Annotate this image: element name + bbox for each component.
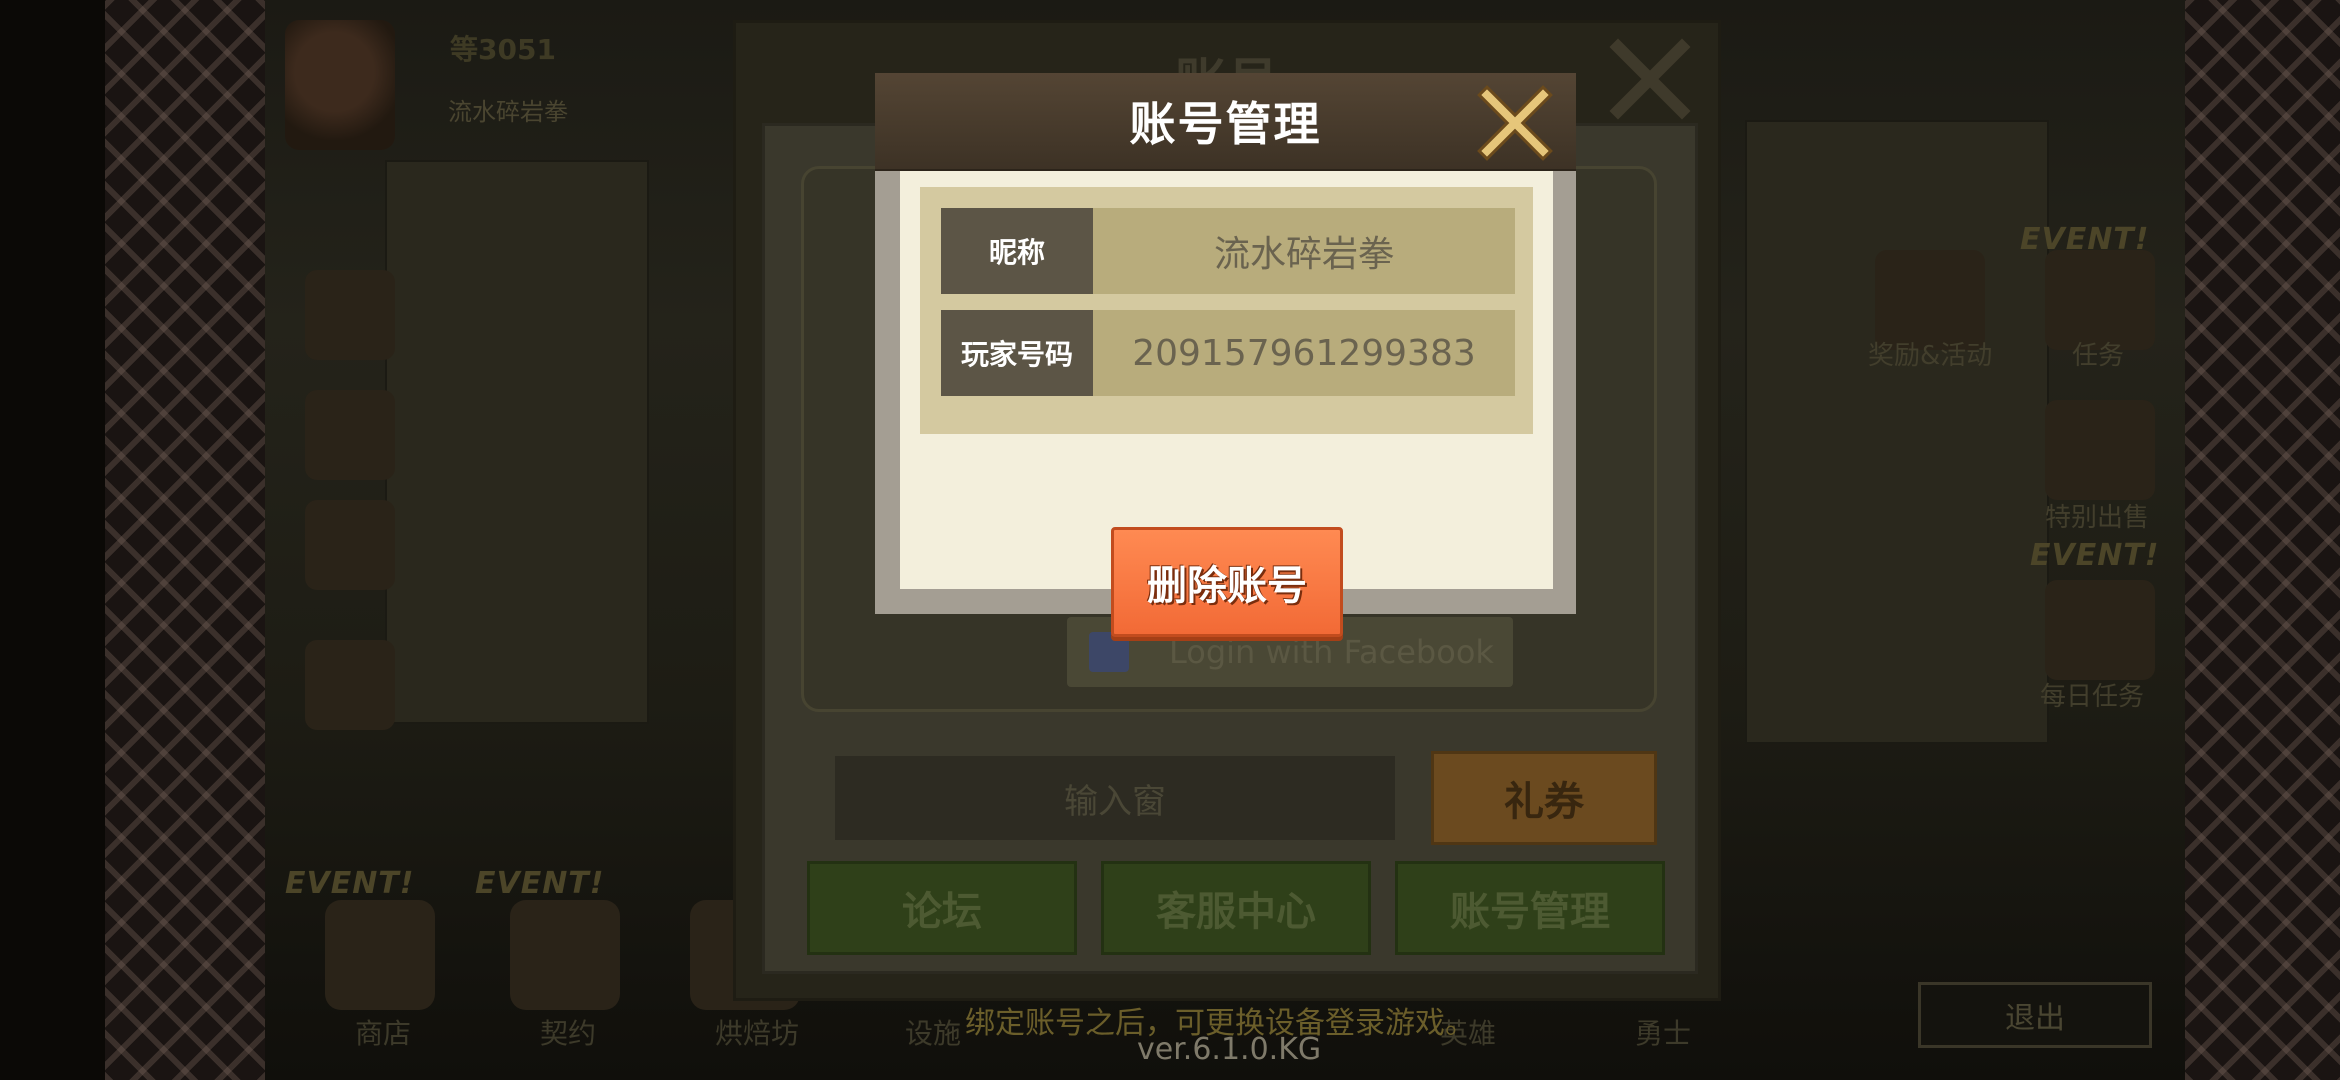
exit-button[interactable]: 退出 <box>1918 982 2152 1048</box>
bottom-label: 勇士 <box>1635 1017 1692 1050</box>
clock-icon[interactable] <box>305 390 395 480</box>
facebook-icon <box>1089 632 1129 672</box>
player-avatar[interactable] <box>285 20 395 150</box>
event-tag: EVENT! <box>2020 222 2150 257</box>
bottom-label: 设施 <box>905 1017 962 1050</box>
building <box>1745 120 2049 744</box>
account-management-popup: 账号管理 昵称 流水碎岩拳 玩家号码 209157961299383 删除账号 <box>875 73 1576 637</box>
event-tag: EVENT! <box>285 866 415 901</box>
nickname-row: 昵称 流水碎岩拳 <box>941 208 1515 294</box>
player-id-label: 玩家号码 <box>941 310 1093 396</box>
delete-account-button[interactable]: 删除账号 <box>1111 527 1343 637</box>
close-icon[interactable] <box>1608 37 1692 121</box>
rewards-label: 奖励&活动 <box>1868 341 1993 371</box>
coupon-button[interactable]: 礼券 <box>1431 751 1657 845</box>
event-tag: EVENT! <box>2030 538 2160 573</box>
account-info-box: 昵称 流水碎岩拳 玩家号码 209157961299383 <box>920 187 1533 434</box>
daily-icon[interactable] <box>2045 580 2155 680</box>
shop-icon[interactable] <box>325 900 435 1010</box>
gamepad-icon[interactable] <box>305 640 395 730</box>
account-management-button[interactable]: 账号管理 <box>1395 861 1665 955</box>
close-icon[interactable] <box>1475 83 1555 163</box>
customer-service-button[interactable]: 客服中心 <box>1101 861 1371 955</box>
nickname-value: 流水碎岩拳 <box>1093 208 1515 294</box>
forum-button[interactable]: 论坛 <box>807 861 1077 955</box>
player-id-row: 玩家号码 209157961299383 <box>941 310 1515 396</box>
version-label: ver.6.1.0.KG <box>1137 1032 1322 1067</box>
player-id-value: 209157961299383 <box>1093 310 1515 396</box>
bottom-label: 烘焙坊 <box>715 1017 800 1050</box>
facebook-login-label: Login with Facebook <box>1169 633 1494 671</box>
daily-label: 每日任务 <box>2040 682 2145 712</box>
sale-label: 特别出售 <box>2045 503 2150 533</box>
building <box>385 160 649 724</box>
nickname-label: 昵称 <box>941 208 1093 294</box>
bottom-label: 商店 <box>355 1017 412 1050</box>
bottom-label: 契约 <box>540 1017 597 1050</box>
player-name: 流水碎岩拳 <box>448 98 568 126</box>
event-tag: EVENT! <box>475 866 605 901</box>
mail-icon[interactable] <box>305 270 395 360</box>
popup-title: 账号管理 <box>1129 97 1322 151</box>
sale-icon[interactable] <box>2045 400 2155 500</box>
player-level: 等3051 <box>450 33 556 66</box>
quest-label: 任务 <box>2072 341 2125 371</box>
left-border-pattern <box>105 0 265 1080</box>
popup-body: 昵称 流水碎岩拳 玩家号码 209157961299383 删除账号 <box>900 171 1553 637</box>
notice-icon[interactable] <box>305 500 395 590</box>
right-border-pattern <box>2185 0 2340 1080</box>
contract-icon[interactable] <box>510 900 620 1010</box>
coupon-input[interactable]: 输入窗 <box>835 756 1395 840</box>
